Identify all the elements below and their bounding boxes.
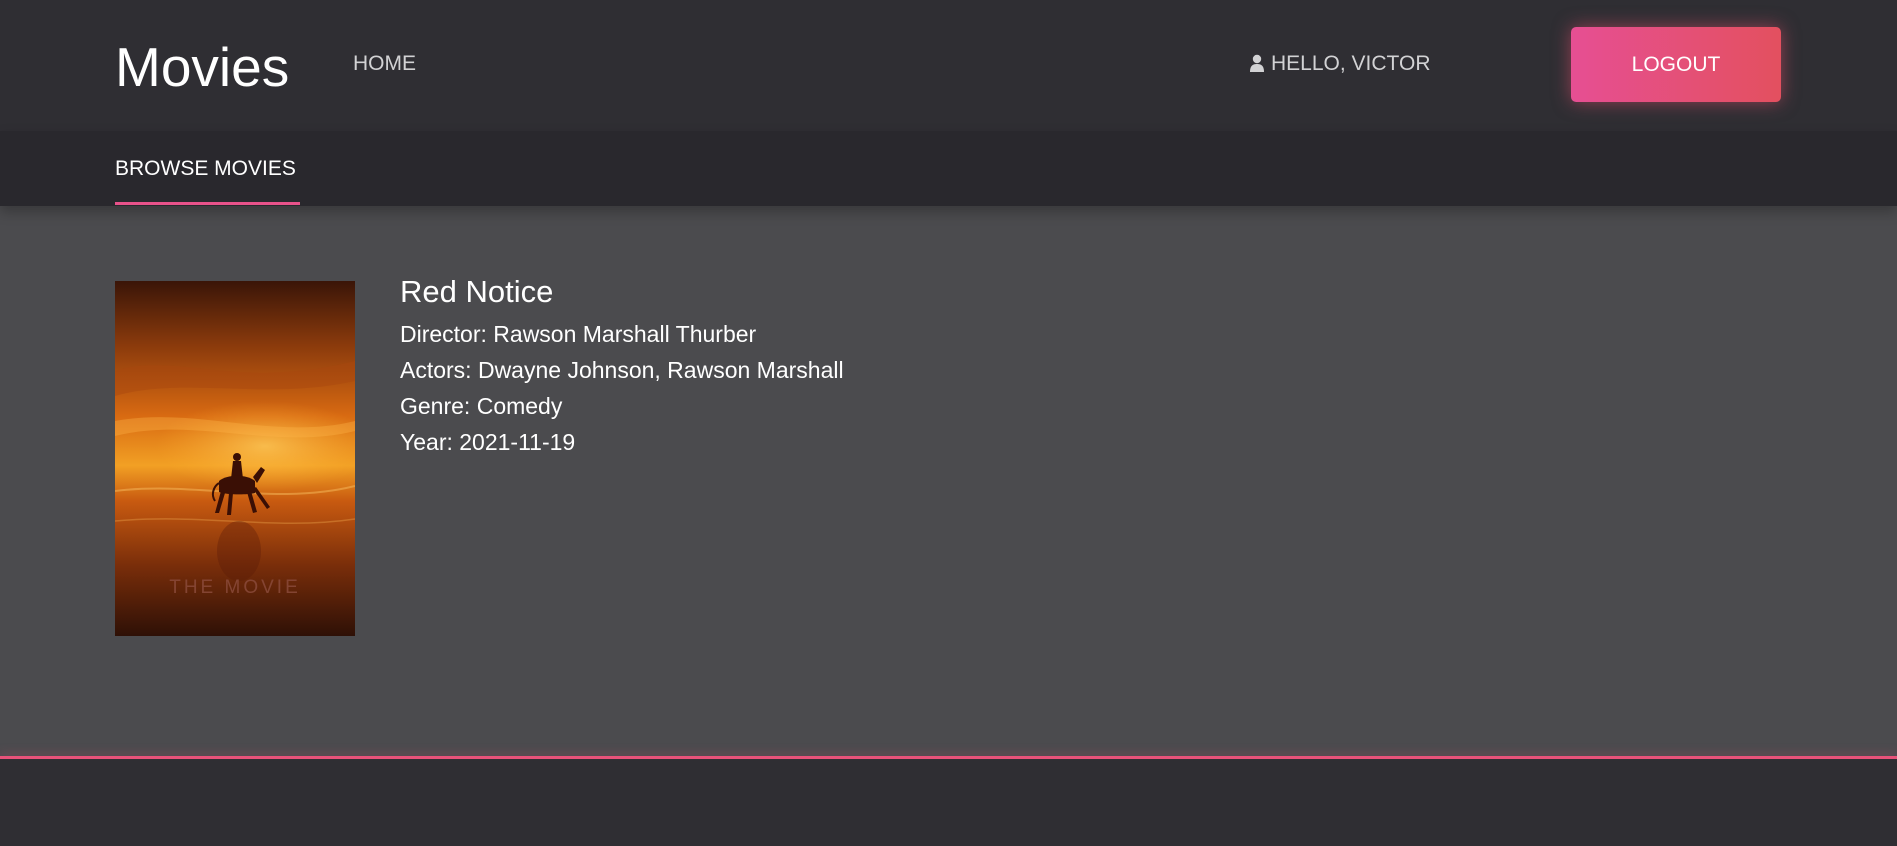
footer: [0, 759, 1897, 846]
logout-button[interactable]: LOGOUT: [1571, 27, 1781, 102]
poster-caption: THE MOVIE: [169, 577, 301, 598]
user-icon: [1250, 54, 1264, 72]
movie-director: Director: Rawson Marshall Thurber: [400, 321, 757, 347]
user-greeting: HELLO, VICTOR: [1249, 53, 1431, 74]
movie-poster: THE MOVIE: [115, 281, 355, 636]
brand-logo[interactable]: Movies: [115, 40, 289, 95]
movie-title: Red Notice: [400, 274, 554, 309]
active-tab-indicator: [115, 202, 300, 205]
movie-genre: Genre: Comedy: [400, 393, 563, 419]
nav-home-link[interactable]: HOME: [353, 53, 416, 74]
tab-browse-movies[interactable]: BROWSE MOVIES: [115, 158, 296, 179]
movie-year: Year: 2021-11-19: [400, 429, 576, 455]
movie-details: Red Notice Director: Rawson Marshall Thu…: [400, 274, 844, 460]
movie-actors: Actors: Dwayne Johnson, Rawson Marshall: [400, 357, 844, 383]
greeting-text: HELLO, VICTOR: [1271, 52, 1431, 75]
top-navbar: Movies HOME HELLO, VICTOR LOGOUT: [0, 0, 1897, 131]
